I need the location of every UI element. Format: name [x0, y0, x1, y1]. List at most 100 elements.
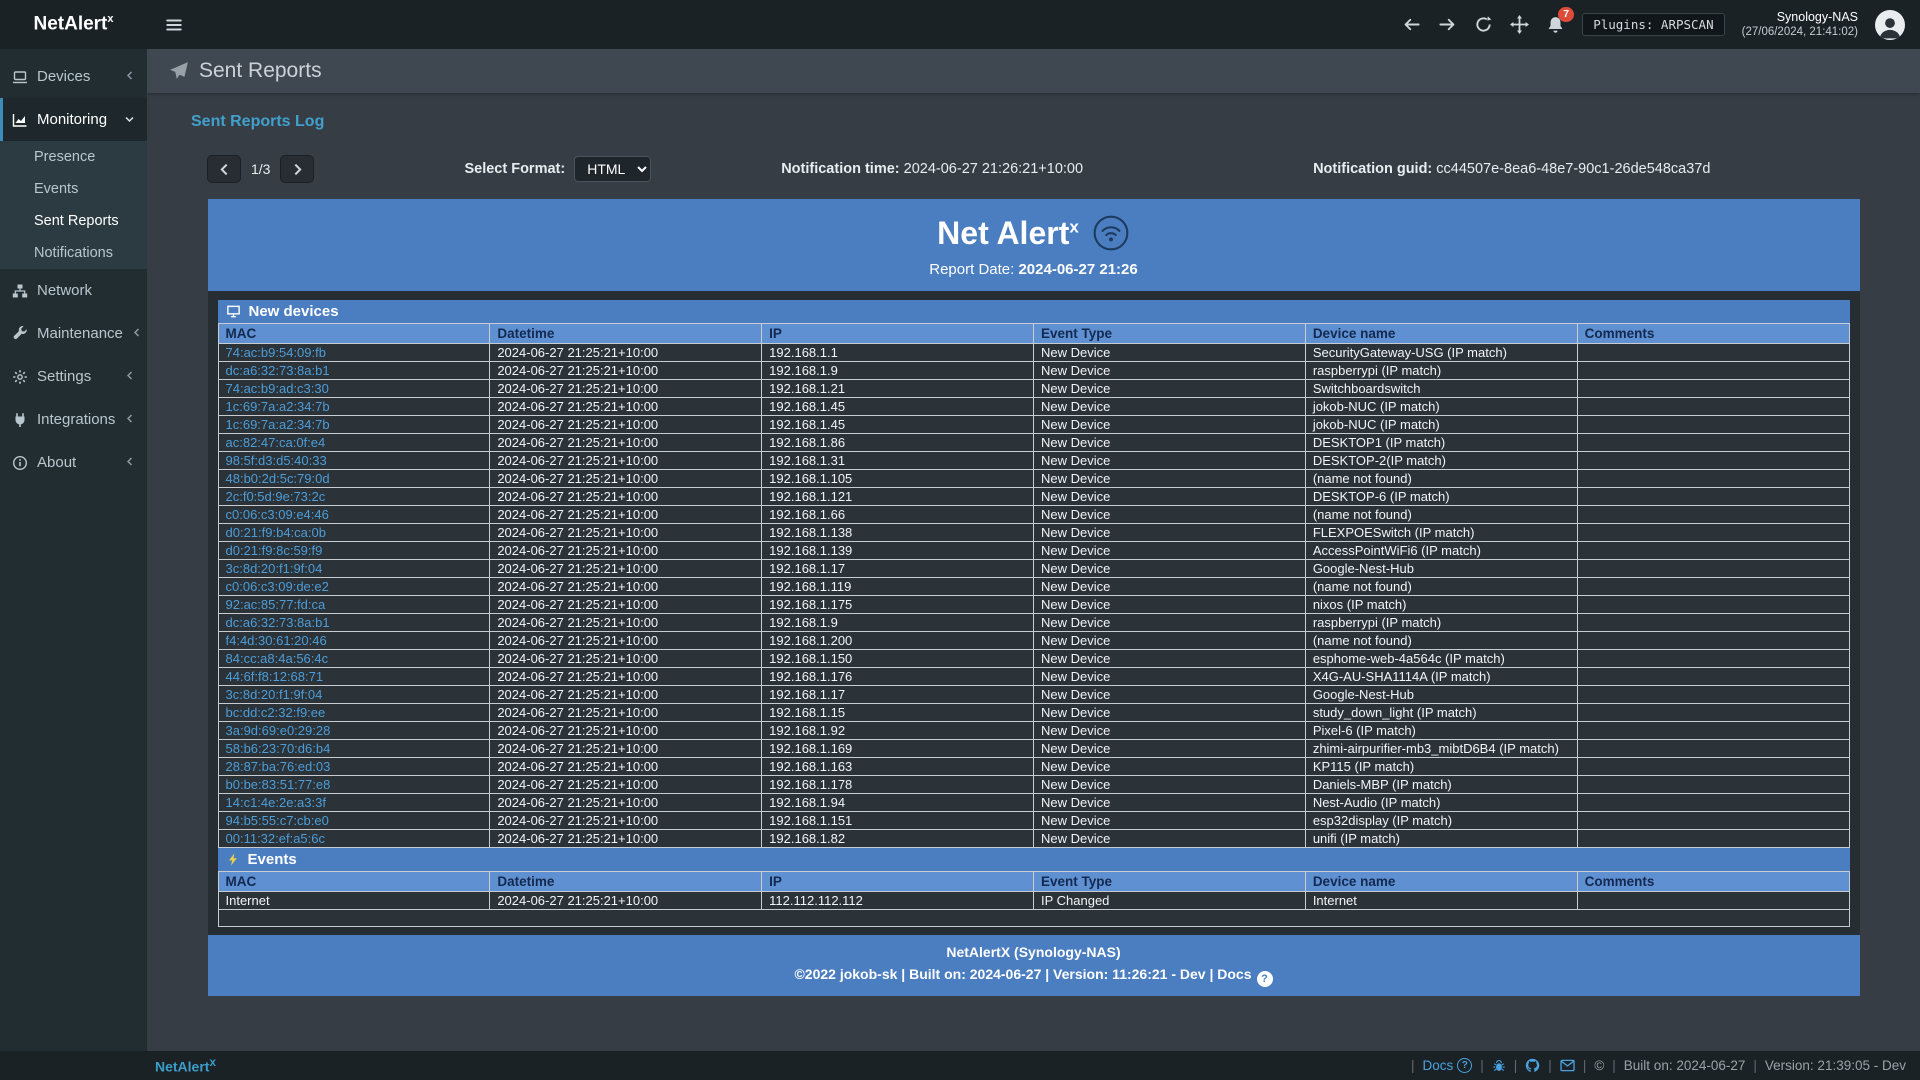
mac-link[interactable]: d0:21:f9:8c:59:f9 [226, 543, 323, 558]
mac-cell: ac:82:47:ca:0f:e4 [218, 434, 490, 452]
mac-link[interactable]: dc:a6:32:73:8a:b1 [226, 615, 330, 630]
event-type-cell: New Device [1033, 416, 1305, 434]
mac-cell: Internet [218, 892, 490, 910]
device-name-cell: Switchboardswitch [1305, 380, 1577, 398]
footer-docs-link[interactable]: Docs [1423, 1058, 1473, 1073]
mac-link[interactable]: b0:be:83:51:77:e8 [226, 777, 331, 792]
mac-link[interactable]: 74:ac:b9:ad:c3:30 [226, 381, 329, 396]
sidebar-item-network[interactable]: Network [0, 269, 147, 312]
comments-cell [1577, 686, 1849, 704]
event-type-cell: New Device [1033, 560, 1305, 578]
next-page-button[interactable] [280, 155, 314, 183]
comments-cell [1577, 488, 1849, 506]
ip-cell: 192.168.1.138 [762, 524, 1034, 542]
footer-bug-link[interactable] [1492, 1059, 1506, 1073]
ip-cell: 192.168.1.175 [762, 596, 1034, 614]
notifications-bell-button[interactable]: 7 [1546, 15, 1565, 34]
datetime-cell: 2024-06-27 21:25:21+10:00 [490, 812, 762, 830]
mac-link[interactable]: 1c:69:7a:a2:34:7b [226, 417, 330, 432]
format-select[interactable]: HTML [574, 156, 651, 182]
app-logo[interactable]: NetAlertx [0, 13, 147, 35]
mac-link[interactable]: 84:cc:a8:4a:56:4c [226, 651, 329, 666]
sidebar-item-events[interactable]: Events [0, 173, 147, 205]
comments-cell [1577, 758, 1849, 776]
nav-forward-button[interactable] [1438, 15, 1457, 34]
user-icon [1877, 14, 1903, 40]
mac-link[interactable]: 74:ac:b9:54:09:fb [226, 345, 326, 360]
user-avatar[interactable] [1875, 10, 1905, 40]
footer-github-link[interactable] [1525, 1058, 1540, 1073]
col-header-mac: MAC [218, 324, 490, 344]
mac-link[interactable]: 14:c1:4e:2e:a3:3f [226, 795, 326, 810]
footer-brand-link[interactable]: NetAlertx [155, 1056, 216, 1075]
new-devices-table: MAC Datetime IP Event Type Device name C… [218, 323, 1850, 848]
nav-back-button[interactable] [1402, 15, 1421, 34]
separator: | [1753, 1058, 1757, 1073]
mac-link[interactable]: 3a:9d:69:e0:29:28 [226, 723, 331, 738]
mac-link[interactable]: 28:87:ba:76:ed:03 [226, 759, 331, 774]
event-type-cell: New Device [1033, 542, 1305, 560]
mac-link[interactable]: 3c:8d:20:f1:9f:04 [226, 687, 323, 702]
device-name-cell: (name not found) [1305, 470, 1577, 488]
sidebar-item-integrations[interactable]: Integrations [0, 398, 147, 441]
table-row: 98:5f:d3:d5:40:33 2024-06-27 21:25:21+10… [218, 452, 1849, 470]
footer-mail-link[interactable] [1560, 1059, 1575, 1072]
mac-cell: d0:21:f9:8c:59:f9 [218, 542, 490, 560]
mac-link[interactable]: 98:5f:d3:d5:40:33 [226, 453, 327, 468]
datetime-cell: 2024-06-27 21:25:21+10:00 [490, 758, 762, 776]
mac-link[interactable]: 00:11:32:ef:a5:6c [226, 831, 326, 846]
mac-link[interactable]: bc:dd:c2:32:f9:ee [226, 705, 326, 720]
event-type-cell: New Device [1033, 812, 1305, 830]
table-row: c0:06:c3:09:de:e2 2024-06-27 21:25:21+10… [218, 578, 1849, 596]
plugins-status-badge[interactable]: Plugins: ARPSCAN [1582, 13, 1724, 36]
mac-link[interactable]: 92:ac:85:77:fd:ca [226, 597, 326, 612]
mac-link[interactable]: d0:21:f9:b4:ca:0b [226, 525, 326, 540]
sidebar-item-maintenance[interactable]: Maintenance [0, 312, 147, 355]
table-row: 48:b0:2d:5c:79:0d 2024-06-27 21:25:21+10… [218, 470, 1849, 488]
mac-link[interactable]: 48:b0:2d:5c:79:0d [226, 471, 330, 486]
mac-link[interactable]: 94:b5:55:c7:cb:e0 [226, 813, 329, 828]
mac-link[interactable]: 44:6f:f8:12:68:71 [226, 669, 324, 684]
sidebar-item-devices[interactable]: Devices [0, 55, 147, 98]
sidebar-item-presence[interactable]: Presence [0, 141, 147, 173]
event-type-cell: New Device [1033, 362, 1305, 380]
chevron-left-icon [125, 454, 135, 471]
comments-cell [1577, 812, 1849, 830]
comments-cell [1577, 470, 1849, 488]
sidebar-toggle-button[interactable] [165, 16, 183, 34]
sidebar-item-sent-reports[interactable]: Sent Reports [0, 205, 147, 237]
mac-link[interactable]: 58:b6:23:70:d6:b4 [226, 741, 331, 756]
sidebar-item-monitoring[interactable]: Monitoring [0, 98, 147, 141]
event-type-cell: New Device [1033, 470, 1305, 488]
mac-link[interactable]: ac:82:47:ca:0f:e4 [226, 435, 326, 450]
ip-cell: 192.168.1.119 [762, 578, 1034, 596]
prev-page-button[interactable] [207, 155, 241, 183]
mac-link[interactable]: 2c:f0:5d:9e:73:2c [226, 489, 326, 504]
mac-link[interactable]: c0:06:c3:09:e4:46 [226, 507, 329, 522]
report-title: Net Alertx [208, 214, 1860, 252]
mac-link[interactable]: dc:a6:32:73:8a:b1 [226, 363, 330, 378]
mac-link[interactable]: 1c:69:7a:a2:34:7b [226, 399, 330, 414]
sidebar-item-about[interactable]: About [0, 441, 147, 484]
mac-cell: 3c:8d:20:f1:9f:04 [218, 560, 490, 578]
separator: | [1548, 1058, 1552, 1073]
sidebar-item-settings[interactable]: Settings [0, 355, 147, 398]
top-navbar: NetAlertx 7 Plugins: ARPSCAN Synol [0, 0, 1920, 49]
event-type-cell: New Device [1033, 704, 1305, 722]
nav-refresh-button[interactable] [1474, 15, 1493, 34]
mac-link[interactable]: f4:4d:30:61:20:46 [226, 633, 327, 648]
docs-help-icon[interactable] [1257, 971, 1273, 987]
datetime-cell: 2024-06-27 21:25:21+10:00 [490, 488, 762, 506]
mac-cell: b0:be:83:51:77:e8 [218, 776, 490, 794]
mac-link[interactable]: c0:06:c3:09:de:e2 [226, 579, 329, 594]
mac-cell: d0:21:f9:b4:ca:0b [218, 524, 490, 542]
device-name-cell: Pixel-6 (IP match) [1305, 722, 1577, 740]
mac-link[interactable]: 3c:8d:20:f1:9f:04 [226, 561, 323, 576]
datetime-cell: 2024-06-27 21:25:21+10:00 [490, 614, 762, 632]
event-type-cell: New Device [1033, 614, 1305, 632]
sidebar-item-notifications[interactable]: Notifications [0, 237, 147, 269]
ip-cell: 192.168.1.151 [762, 812, 1034, 830]
nav-move-button[interactable] [1510, 15, 1529, 34]
sent-reports-log-link[interactable]: Sent Reports Log [191, 113, 324, 131]
event-type-cell: New Device [1033, 794, 1305, 812]
